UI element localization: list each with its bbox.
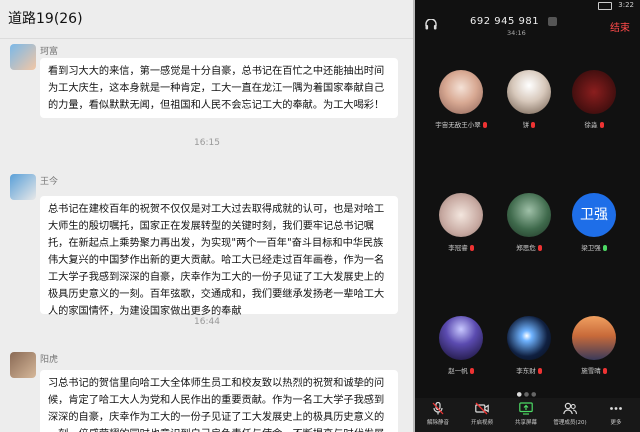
avatar <box>439 70 483 114</box>
avatar[interactable] <box>10 44 36 70</box>
manage-members-label: 管理成员(20) <box>553 420 587 426</box>
more-icon <box>610 407 622 410</box>
avatar[interactable] <box>10 174 36 200</box>
meeting-toolbar: 解除静音 开启视频 共享屏幕 管理成员(20) 更多 <box>415 398 640 432</box>
message-bubble[interactable]: 总书记在建校百年的祝贺不仅仅是对工大过去取得成就的认可，也是对哈工大师生的殷切嘱… <box>40 196 398 317</box>
participant-tile[interactable]: 宇宙无敌王小翠 <box>432 70 490 129</box>
participant-name: 李东财 <box>516 367 536 375</box>
participant-tile[interactable]: 李东财 <box>500 316 558 375</box>
info-icon[interactable] <box>548 17 557 26</box>
initials-avatar: 卫强 <box>572 193 616 237</box>
start-video-label: 开启视频 <box>470 420 493 426</box>
message-bubble[interactable]: 习总书记的贺信里向哈工大全体师生员工和校友致以热烈的祝贺和诚挚的问候，肯定了哈工… <box>40 370 398 432</box>
participant-tile[interactable]: 李冠睿 <box>432 193 490 252</box>
mic-on-icon <box>602 245 607 251</box>
sender-name: 阳虎 <box>40 355 59 365</box>
participant-name: 饼 <box>522 121 530 129</box>
start-video-button[interactable]: 开启视频 <box>463 402 501 426</box>
mic-muted-icon <box>469 245 474 251</box>
share-screen-label: 共享屏幕 <box>514 420 537 426</box>
mic-muted-icon <box>537 368 542 374</box>
meeting-number[interactable]: 692 945 981 <box>470 16 539 27</box>
sender-name: 珂富 <box>40 47 59 57</box>
sender-name: 王今 <box>40 177 59 187</box>
avatar[interactable] <box>10 352 36 378</box>
page-indicator: ●●● <box>516 391 539 398</box>
headphone-icon[interactable] <box>425 18 437 33</box>
share-screen-icon <box>519 402 533 415</box>
participant-name: 宇宙无敌王小翠 <box>435 121 481 129</box>
participant-name: 施雪晴 <box>581 367 601 375</box>
avatar <box>439 193 483 237</box>
avatar <box>572 70 616 114</box>
end-meeting-button[interactable]: 结束 <box>610 19 630 34</box>
timestamp: 16:44 <box>194 317 220 327</box>
avatar <box>507 193 551 237</box>
mic-muted-icon <box>537 245 542 251</box>
participant-name: 赵一帆 <box>448 367 468 375</box>
avatar <box>439 316 483 360</box>
status-time: 3:22 <box>618 1 634 9</box>
share-screen-button[interactable]: 共享屏幕 <box>507 402 545 426</box>
mic-muted-icon <box>599 122 604 128</box>
more-button[interactable]: 更多 <box>597 402 635 426</box>
meeting-header: 692 945 981 34:16 结束 <box>415 12 640 40</box>
participant-tile[interactable]: 饼 <box>500 70 558 129</box>
meeting-duration: 34:16 <box>507 29 526 37</box>
avatar <box>507 316 551 360</box>
battery-icon <box>598 2 612 10</box>
avatar <box>507 70 551 114</box>
participant-tile[interactable]: 施雪晴 <box>565 316 623 375</box>
participant-name: 郑思危 <box>516 244 536 252</box>
meeting-panel: 3:22 692 945 981 34:16 结束 宇宙无敌王小翠 饼 徐淼 李… <box>415 0 640 432</box>
participant-name: 李冠睿 <box>448 244 468 252</box>
more-label: 更多 <box>610 420 622 426</box>
message-bubble[interactable]: 看到习大大的来信，第一感觉是十分自豪，总书记在百忙之中还能抽出时间为工大庆生，这… <box>40 58 398 118</box>
unmute-button[interactable]: 解除静音 <box>419 402 457 426</box>
timestamp: 16:15 <box>194 138 220 148</box>
mic-off-icon <box>432 402 444 415</box>
members-icon <box>563 402 577 415</box>
mic-muted-icon <box>482 122 487 128</box>
mic-muted-icon <box>602 368 607 374</box>
participant-name: 徐淼 <box>584 121 598 129</box>
mic-muted-icon <box>531 122 536 128</box>
participant-tile[interactable]: 卫强 梁卫强 <box>565 193 623 252</box>
chat-title: 道路19(26) <box>0 0 414 39</box>
participant-tile[interactable]: 徐淼 <box>565 70 623 129</box>
participant-tile[interactable]: 赵一帆 <box>432 316 490 375</box>
participant-tile[interactable]: 郑思危 <box>500 193 558 252</box>
chat-panel: 道路19(26) 珂富 看到习大大的来信，第一感觉是十分自豪，总书记在百忙之中还… <box>0 0 414 432</box>
avatar <box>572 316 616 360</box>
video-off-icon <box>475 402 489 415</box>
mic-muted-icon <box>469 368 474 374</box>
manage-members-button[interactable]: 管理成员(20) <box>551 402 589 426</box>
participant-name: 梁卫强 <box>581 244 601 252</box>
unmute-label: 解除静音 <box>426 420 449 426</box>
status-bar: 3:22 <box>415 0 640 12</box>
